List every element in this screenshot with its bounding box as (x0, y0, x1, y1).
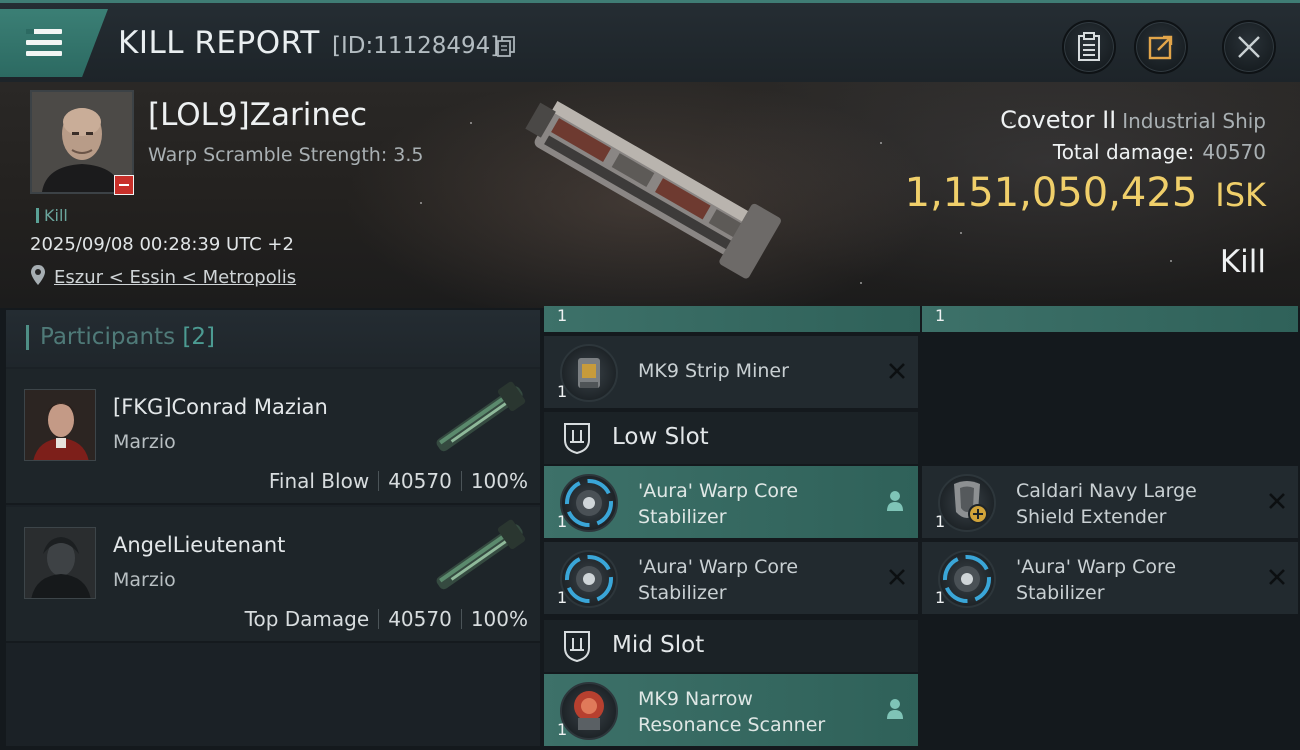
participant-row[interactable]: [FKG]Conrad Mazian Marzio Final Blow 4057… (6, 369, 540, 505)
module-name: MK9 Strip Miner (638, 360, 789, 382)
victim-name[interactable]: [LOL9]Zarinec (148, 97, 367, 133)
participant-ship: Marzio (113, 569, 176, 591)
report-button[interactable] (1062, 20, 1116, 74)
isk-amount: 1,151,050,425 (904, 170, 1198, 216)
kill-result: Kill (1219, 244, 1266, 280)
copy-icon[interactable] (497, 36, 515, 58)
total-damage-value: 40570 (1202, 140, 1266, 164)
participant-role: Final Blow (268, 469, 370, 493)
pin-icon (31, 265, 45, 285)
x-icon (1269, 569, 1285, 585)
module-slot[interactable]: 1 'Aura' Warp Core Stabilizer (922, 542, 1298, 614)
module-name: Caldari Navy Large Shield Extender (1016, 480, 1197, 528)
warp-core-stabilizer-icon (560, 550, 618, 608)
module-quantity: 1 (557, 512, 568, 531)
module-name: 'Aura' Warp Core Stabilizer (638, 480, 799, 528)
victim-ship-render (525, 101, 781, 279)
fitting-panel: 1 1 1 MK9 Strip Miner Low Slot 1 'Aura' … (544, 306, 1298, 750)
module-quantity: 1 (557, 720, 568, 739)
total-damage: Total damage: 40570 (1053, 140, 1266, 164)
participant-name[interactable]: AngelLieutenant (113, 533, 285, 557)
module-quantity: 1 (935, 588, 946, 607)
shield-extender-icon (938, 474, 996, 532)
person-icon (887, 699, 903, 719)
participant-damage: 40570 (388, 607, 452, 631)
location-link[interactable]: Eszur < Essin < Metropolis (54, 267, 296, 288)
participant-name[interactable]: [FKG]Conrad Mazian (113, 395, 328, 419)
x-icon (889, 363, 905, 379)
module-slot[interactable]: 1 'Aura' Warp Core Stabilizer (544, 466, 918, 538)
participants-label: Participants (40, 324, 176, 350)
participants-header: Participants [2] (6, 310, 540, 367)
module-quantity: 1 (557, 306, 568, 325)
module-slot[interactable]: 1 (922, 306, 1298, 332)
page-title: KILL REPORT (118, 25, 320, 61)
module-name: 'Aura' Warp Core Stabilizer (1016, 556, 1177, 604)
warp-core-stabilizer-icon (560, 474, 618, 532)
resonance-scanner-icon (560, 682, 618, 740)
share-button[interactable] (1134, 20, 1188, 74)
participant-percent: 100% (470, 607, 528, 631)
participant-percent: 100% (470, 469, 528, 493)
participant-stats: Top Damage 40570 100% (245, 607, 528, 631)
report-id: [ID:11128494] (332, 33, 500, 59)
warp-scramble-strength: Warp Scramble Strength: 3.5 (148, 144, 424, 166)
clipboard-icon (1078, 32, 1100, 61)
module-slot[interactable]: 1 MK9 Strip Miner (544, 336, 918, 408)
participant-row[interactable]: AngelLieutenant Marzio Top Damage 40570 10… (6, 507, 540, 643)
module-quantity: 1 (935, 306, 946, 325)
participant-damage: 40570 (388, 469, 452, 493)
x-icon (1269, 493, 1285, 509)
low-slot-header: Low Slot (544, 412, 918, 464)
top-bar: KILL REPORT [ID:11128494] (0, 0, 1300, 82)
close-icon (1238, 36, 1260, 58)
person-icon (887, 491, 903, 511)
participants-count: [2] (182, 324, 216, 350)
ship-class: Industrial Ship (1122, 109, 1266, 133)
mid-slot-header: Mid Slot (544, 620, 918, 672)
kill-timestamp: 2025/09/08 00:28:39 UTC +2 (30, 234, 294, 255)
share-icon (1148, 35, 1173, 60)
total-damage-label: Total damage: (1052, 140, 1195, 164)
warp-core-stabilizer-icon (938, 550, 996, 608)
corp-badge (114, 175, 134, 195)
menu-button[interactable] (0, 9, 108, 77)
participant-stats: Final Blow 40570 100% (269, 469, 528, 493)
isk-value: 1,151,050,425 ISK (905, 170, 1266, 216)
ship-name[interactable]: Covetor II (1000, 106, 1116, 134)
participant-ship-render (436, 519, 526, 590)
close-button[interactable] (1222, 20, 1276, 74)
shield-slot-icon (564, 631, 590, 662)
victim-ship: Covetor II Industrial Ship (1000, 106, 1266, 134)
participant-role: Top Damage (244, 607, 370, 631)
kill-tag: Kill (36, 206, 68, 225)
module-slot[interactable]: 1 (544, 306, 920, 332)
module-slot[interactable]: 1 'Aura' Warp Core Stabilizer (544, 542, 918, 614)
strip-miner-icon (560, 344, 618, 402)
isk-unit: ISK (1215, 176, 1266, 214)
shield-slot-icon (564, 423, 590, 454)
module-slot[interactable]: 1 Caldari Navy Large Shield Extender (922, 466, 1298, 538)
participant-ship: Marzio (113, 431, 176, 453)
participant-ship-render (436, 381, 526, 452)
module-quantity: 1 (557, 588, 568, 607)
module-quantity: 1 (935, 512, 946, 531)
participant-avatar[interactable] (24, 389, 96, 461)
module-quantity: 1 (557, 382, 568, 401)
module-name: 'Aura' Warp Core Stabilizer (638, 556, 799, 604)
x-icon (889, 569, 905, 585)
participants-panel: Participants [2] [FKG]Conrad Mazian Marz… (6, 310, 540, 746)
module-slot[interactable]: 1 MK9 Narrow Resonance Scanner (544, 674, 918, 746)
mid-slot-title: Mid Slot (612, 632, 705, 658)
participant-avatar[interactable] (24, 527, 96, 599)
low-slot-title: Low Slot (612, 424, 709, 450)
module-name: MK9 Narrow Resonance Scanner (638, 688, 826, 736)
